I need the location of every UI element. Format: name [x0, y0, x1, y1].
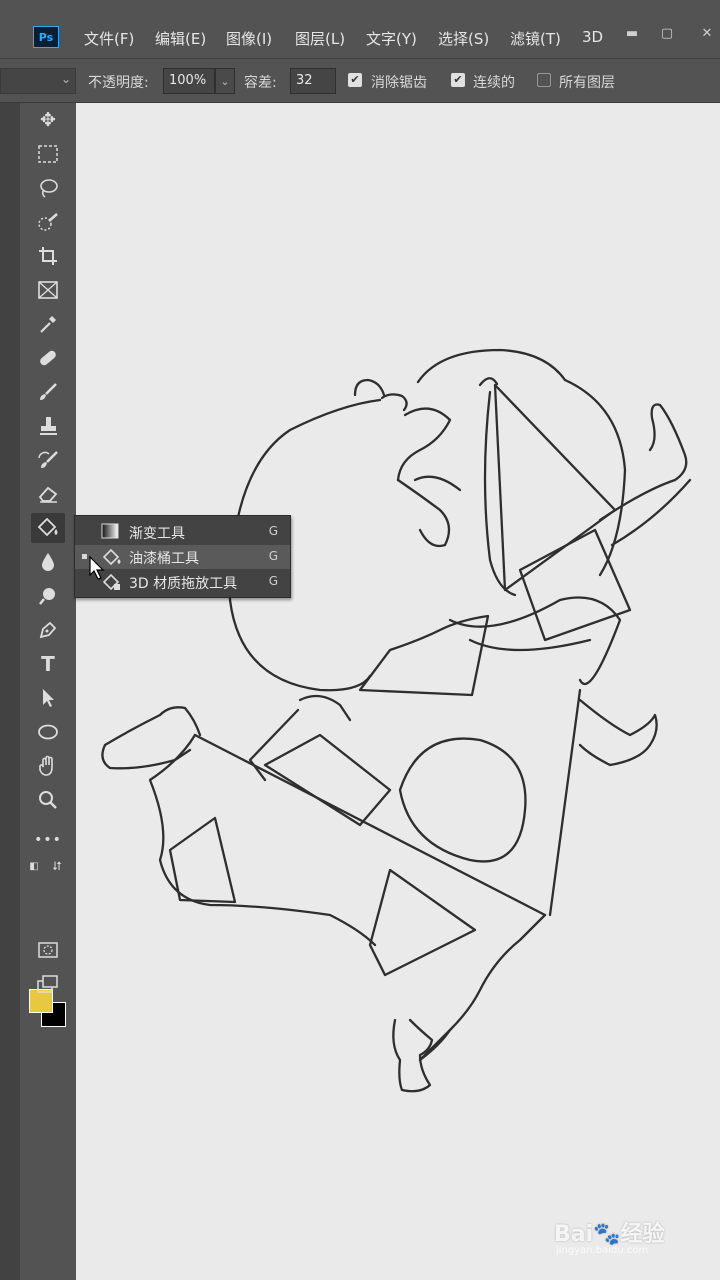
- mouse-cursor-icon: [89, 555, 107, 584]
- all-layers-label: 所有图层: [559, 75, 615, 91]
- watermark-brand: Bai: [554, 1222, 594, 1247]
- menu-image[interactable]: 图像(I): [226, 28, 272, 49]
- menu-bar: Ps 文件(F) 编辑(E) 图像(I) 图层(L) 文字(Y) 选择(S) 滤…: [0, 0, 720, 58]
- frame-icon[interactable]: [31, 275, 65, 305]
- default-colors-icon[interactable]: ◧: [27, 859, 41, 873]
- paw-icon: 🐾: [593, 1222, 621, 1247]
- flyout-label-3d-material: 3D 材质拖放工具: [129, 576, 238, 592]
- minimize-icon[interactable]: ▬: [615, 22, 649, 44]
- tolerance-field[interactable]: 32: [290, 68, 336, 94]
- ellipse-icon[interactable]: [31, 717, 65, 747]
- contiguous-label: 连续的: [473, 75, 515, 91]
- flyout-item-3d-material[interactable]: 3D 材质拖放工具 G: [75, 570, 290, 594]
- healing-icon[interactable]: [31, 343, 65, 373]
- paint-bucket-icon[interactable]: [31, 513, 65, 543]
- brush-icon[interactable]: [31, 377, 65, 407]
- marquee-icon[interactable]: [31, 139, 65, 169]
- history-brush-icon[interactable]: [31, 445, 65, 475]
- quick-select-icon[interactable]: [31, 207, 65, 237]
- shortcut-key: G: [268, 574, 278, 588]
- menu-type[interactable]: 文字(Y): [366, 28, 417, 49]
- close-icon[interactable]: ✕: [690, 22, 720, 44]
- tolerance-label: 容差:: [244, 75, 277, 91]
- menu-select[interactable]: 选择(S): [438, 28, 489, 49]
- watermark-brand-cn: 经验: [620, 1222, 665, 1247]
- eyedropper-icon[interactable]: [31, 309, 65, 339]
- quick-mask-icon[interactable]: [31, 935, 65, 965]
- document-canvas[interactable]: [76, 103, 720, 1280]
- hand-icon[interactable]: [31, 751, 65, 781]
- flyout-item-gradient[interactable]: 渐变工具 G: [75, 520, 290, 544]
- menu-layer[interactable]: 图层(L): [295, 28, 345, 49]
- flyout-item-paint-bucket[interactable]: 油漆桶工具 G: [75, 545, 290, 569]
- antialias-checkbox[interactable]: ✔: [348, 73, 362, 87]
- opacity-label: 不透明度:: [88, 75, 149, 91]
- stamp-icon[interactable]: [31, 411, 65, 441]
- options-bar: ⌄ 不透明度: 100% ⌄ 容差: 32 ✔ 消除锯齿 ✔ 连续的 所有图层: [0, 58, 720, 103]
- contiguous-checkbox[interactable]: ✔: [451, 73, 465, 87]
- watermark-url: jingyan.baidu.com: [556, 1245, 649, 1256]
- dodge-icon[interactable]: [31, 581, 65, 611]
- panel-edge: [0, 103, 20, 1280]
- move-icon[interactable]: ✥: [31, 105, 65, 135]
- menu-3d[interactable]: 3D: [582, 28, 603, 46]
- photoshop-logo: Ps: [33, 26, 59, 48]
- tool-preset-picker[interactable]: ⌄: [0, 68, 76, 94]
- flyout-label-paint-bucket: 油漆桶工具: [129, 551, 199, 567]
- line-drawing: [101, 348, 692, 1093]
- path-select-icon[interactable]: [31, 683, 65, 713]
- lasso-icon[interactable]: [31, 173, 65, 203]
- crop-icon[interactable]: [31, 241, 65, 271]
- opacity-dropdown-icon[interactable]: ⌄: [215, 68, 235, 94]
- zoom-icon[interactable]: [31, 785, 65, 815]
- pen-icon[interactable]: [31, 615, 65, 645]
- eraser-icon[interactable]: [31, 479, 65, 509]
- menu-filter[interactable]: 滤镜(T): [510, 28, 561, 49]
- shortcut-key: G: [268, 524, 278, 538]
- tools-panel: ✥ T ••• ◧ ⮃: [0, 103, 76, 1280]
- blur-icon[interactable]: [31, 547, 65, 577]
- restore-icon[interactable]: ▢: [650, 22, 684, 44]
- more-icon[interactable]: •••: [31, 825, 65, 855]
- baidu-watermark: Bai🐾经验: [554, 1216, 665, 1248]
- screen-mode-icon[interactable]: [31, 969, 65, 999]
- flyout-label-gradient: 渐变工具: [129, 526, 185, 542]
- shortcut-key: G: [268, 549, 278, 563]
- all-layers-checkbox[interactable]: [537, 73, 551, 87]
- menu-file[interactable]: 文件(F): [84, 28, 134, 49]
- antialias-label: 消除锯齿: [371, 75, 427, 91]
- active-tool-indicator: [82, 554, 87, 559]
- type-icon[interactable]: T: [31, 649, 65, 679]
- menu-edit[interactable]: 编辑(E): [155, 28, 206, 49]
- gradient-icon: [101, 523, 121, 541]
- swap-colors-icon[interactable]: ⮃: [50, 859, 64, 873]
- chevron-down-icon: ⌄: [60, 72, 71, 86]
- opacity-field[interactable]: 100%: [163, 68, 215, 94]
